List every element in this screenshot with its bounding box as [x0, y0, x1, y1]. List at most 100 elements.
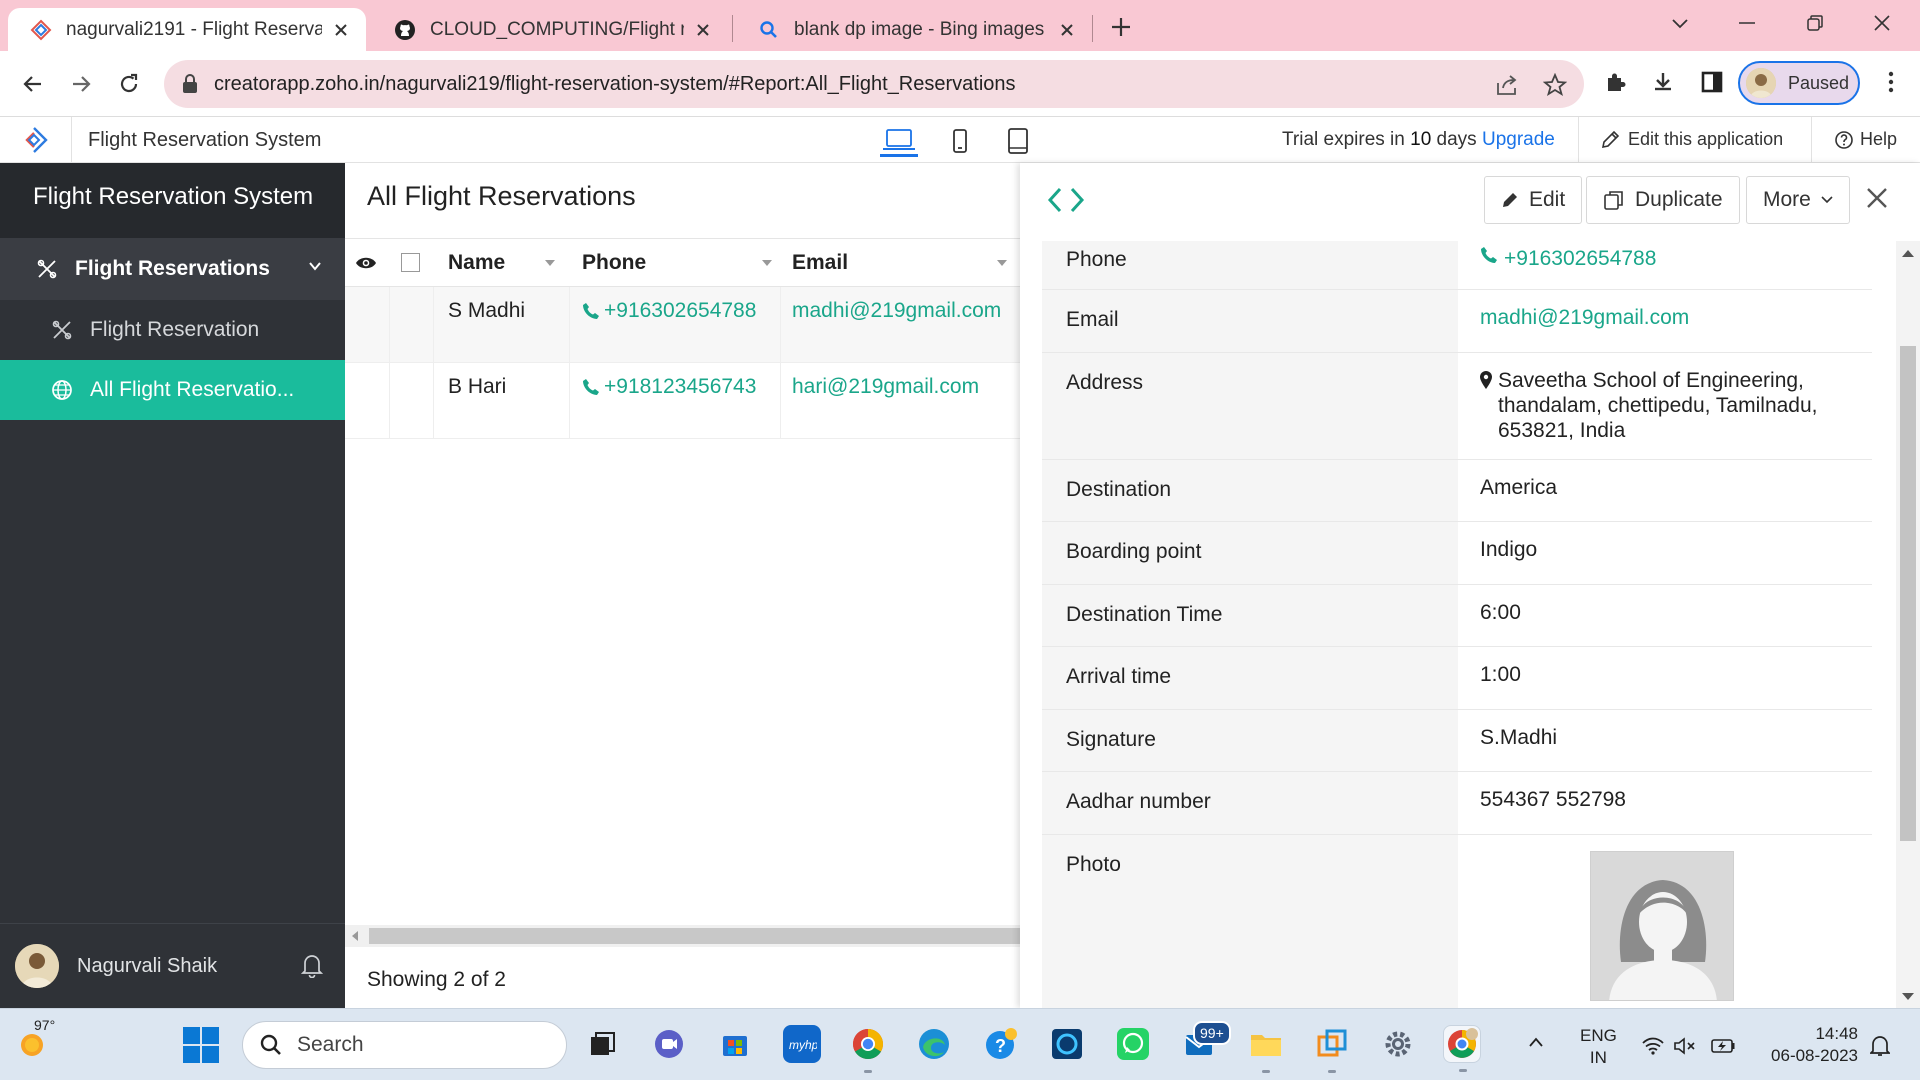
field-value: 6:00 [1480, 601, 1521, 624]
browser-tab-flight-reservation[interactable]: nagurvali2191 - Flight Reservatio [8, 8, 366, 51]
close-icon[interactable] [1866, 187, 1888, 209]
bookmark-star-icon[interactable] [1542, 72, 1568, 98]
scroll-left-icon[interactable] [351, 931, 359, 941]
sidebar-item-all-flight-reservations[interactable]: All Flight Reservatio... [0, 360, 345, 420]
chevron-down-icon [1821, 196, 1833, 204]
tab-title: blank dp image - Bing images [794, 18, 1045, 40]
url-text: creatorapp.zoho.in/nagurvali219/flight-r… [214, 72, 1016, 95]
back-button[interactable] [16, 67, 50, 101]
scrollbar-thumb[interactable] [1900, 346, 1916, 841]
sort-caret-icon[interactable] [544, 259, 556, 267]
detail-row-boarding-point: Boarding point Indigo [1042, 521, 1872, 584]
vmware-icon[interactable] [1313, 1025, 1351, 1073]
show-hidden-icons-chevron[interactable] [1528, 1037, 1544, 1047]
cell-email[interactable]: hari@219gmail.com [792, 375, 979, 399]
close-icon[interactable] [1056, 19, 1078, 41]
scroll-up-icon[interactable] [1902, 249, 1914, 257]
upgrade-link[interactable]: Upgrade [1482, 129, 1555, 150]
desktop-view-icon[interactable] [880, 125, 918, 157]
detail-fields: Phone +916302654788 Email madhi@219gmail… [1042, 241, 1894, 1008]
download-icon[interactable] [1648, 67, 1678, 97]
cortana-icon[interactable] [1048, 1025, 1086, 1063]
microsoft-store-icon[interactable] [716, 1025, 754, 1063]
column-header-name[interactable]: Name [448, 239, 568, 286]
duplicate-button[interactable]: Duplicate [1586, 176, 1740, 224]
more-label: More [1763, 188, 1811, 211]
phone-view-icon[interactable] [941, 125, 979, 157]
whatsapp-icon[interactable] [1114, 1025, 1152, 1063]
sidebar-item-label: Flight Reservation [90, 318, 260, 341]
cell-phone[interactable]: +916302654788 [582, 299, 756, 323]
settings-gear-icon[interactable] [1379, 1025, 1417, 1063]
table-row[interactable]: S Madhi +916302654788 madhi@219gmail.com [345, 287, 1020, 363]
chrome-profile-icon[interactable] [1443, 1025, 1481, 1072]
battery-charging-icon[interactable] [1710, 1035, 1736, 1057]
address-value: Saveetha School of Engineering, thandala… [1498, 369, 1818, 442]
vertical-scrollbar[interactable] [1896, 241, 1920, 1008]
browser-tab-bing[interactable]: blank dp image - Bing images [736, 8, 1092, 51]
avatar [15, 944, 59, 988]
share-icon[interactable] [1494, 72, 1520, 98]
field-value-email[interactable]: madhi@219gmail.com [1458, 290, 1872, 352]
address-bar[interactable]: creatorapp.zoho.in/nagurvali219/flight-r… [164, 60, 1584, 108]
forward-button[interactable] [64, 67, 98, 101]
zoho-creator-logo-icon[interactable] [20, 125, 52, 155]
scrollbar-thumb[interactable] [369, 928, 1020, 944]
system-clock[interactable]: 14:48 06-08-2023 [1762, 1023, 1858, 1067]
taskbar-search-box[interactable]: Search [242, 1021, 567, 1069]
reload-button[interactable] [112, 67, 146, 101]
file-explorer-icon[interactable] [1247, 1025, 1285, 1073]
volume-muted-icon[interactable] [1673, 1035, 1699, 1057]
sort-caret-icon[interactable] [761, 259, 773, 267]
scroll-down-icon[interactable] [1902, 993, 1914, 1001]
edit-button[interactable]: Edit [1484, 176, 1583, 224]
table-row[interactable]: B Hari +918123456743 hari@219gmail.com [345, 363, 1020, 439]
field-label: Destination [1042, 460, 1458, 521]
extensions-puzzle-icon[interactable] [1601, 67, 1631, 97]
horizontal-scrollbar[interactable] [345, 925, 1020, 947]
eye-icon[interactable] [355, 239, 379, 286]
restore-button[interactable] [1795, 8, 1835, 38]
edge-icon[interactable] [915, 1025, 953, 1063]
detail-row-address: Address Saveetha School of Engineering, … [1042, 352, 1872, 459]
close-window-button[interactable] [1862, 8, 1902, 38]
minimize-button[interactable] [1727, 8, 1767, 38]
column-header-phone[interactable]: Phone [582, 239, 785, 286]
task-view-icon[interactable] [583, 1025, 621, 1063]
get-help-icon[interactable]: ? [982, 1025, 1020, 1063]
browser-menu-icon[interactable] [1876, 67, 1906, 97]
bell-icon[interactable] [301, 952, 323, 978]
input-language[interactable]: ENG IN [1580, 1025, 1617, 1069]
cell-phone[interactable]: +918123456743 [582, 375, 756, 399]
close-icon[interactable] [692, 19, 714, 41]
chrome-icon[interactable] [849, 1025, 887, 1073]
tab-search-chevron-icon[interactable] [1660, 8, 1700, 38]
windows-taskbar: 97° Search myhp ? 99+ ENG IN 14:48 06-08… [0, 1008, 1920, 1080]
profile-photo-placeholder[interactable] [1590, 851, 1734, 1001]
user-profile[interactable]: Nagurvali Shaik [0, 923, 345, 1008]
edit-application-button[interactable]: Edit this application [1600, 129, 1783, 150]
tablet-view-icon[interactable] [999, 125, 1037, 157]
select-all-checkbox[interactable] [401, 239, 421, 286]
sidebar-section-flight-reservations[interactable]: Flight Reservations [0, 238, 345, 300]
close-icon[interactable] [330, 19, 352, 41]
side-panel-icon[interactable] [1697, 67, 1727, 97]
column-header-email[interactable]: Email [792, 239, 1020, 286]
teams-chat-icon[interactable] [650, 1025, 688, 1063]
prev-next-record-icon[interactable] [1046, 185, 1086, 215]
notification-icon[interactable] [1870, 1035, 1890, 1057]
more-menu-button[interactable]: More [1746, 176, 1850, 224]
weather-widget[interactable]: 97° [16, 1017, 56, 1063]
cell-email[interactable]: madhi@219gmail.com [792, 299, 1001, 323]
myhp-icon[interactable]: myhp [783, 1025, 821, 1063]
help-button[interactable]: Help [1834, 129, 1897, 150]
detail-row-destination-time: Destination Time 6:00 [1042, 584, 1872, 646]
sort-caret-icon[interactable] [996, 259, 1008, 267]
browser-tab-github[interactable]: CLOUD_COMPUTING/Flight reser [372, 8, 728, 51]
wifi-icon[interactable] [1640, 1035, 1666, 1057]
new-tab-button[interactable] [1106, 12, 1136, 42]
field-value-phone[interactable]: +916302654788 [1458, 241, 1872, 289]
windows-start-icon[interactable] [183, 1027, 219, 1063]
profile-paused-button[interactable]: Paused [1738, 61, 1860, 105]
sidebar-item-flight-reservation[interactable]: Flight Reservation [0, 300, 345, 360]
